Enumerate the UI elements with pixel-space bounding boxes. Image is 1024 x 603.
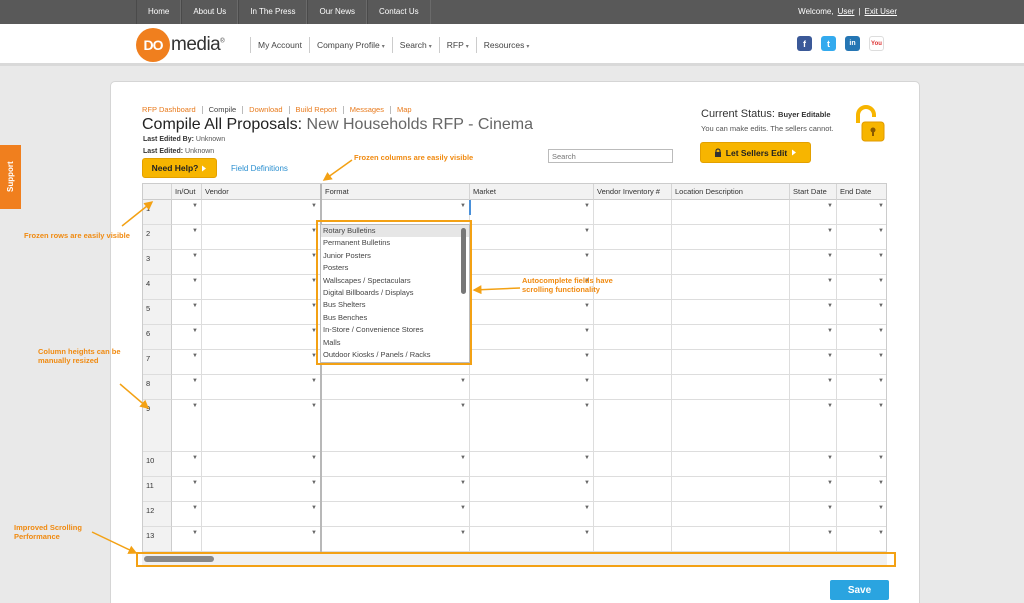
annotation-arrows [91,159,521,554]
